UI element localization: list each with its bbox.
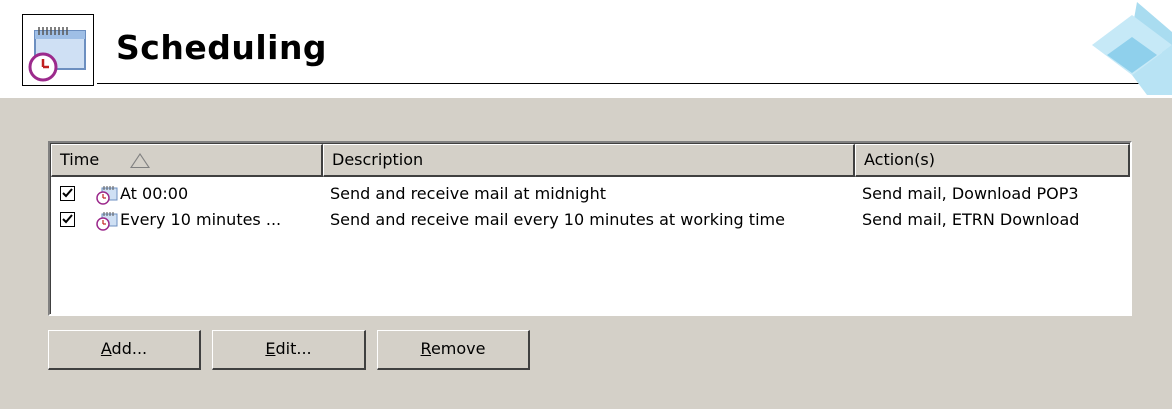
time-cell: At 00:00 [120, 184, 189, 203]
remove-button[interactable]: Remove [377, 330, 530, 370]
mnemonic: A [100, 339, 112, 358]
description-cell: Send and receive mail every 10 minutes a… [330, 210, 785, 229]
button-label: dit... [275, 339, 312, 358]
calendar-clock-icon [96, 186, 118, 205]
sort-ascending-icon [130, 153, 150, 168]
edit-button[interactable]: Edit... [212, 330, 366, 370]
page-title: Scheduling [116, 28, 328, 67]
column-header-label: Action(s) [864, 150, 935, 169]
table-row[interactable]: Every 10 minutes ... Send and receive ma… [52, 207, 1130, 233]
mnemonic: R [420, 339, 431, 358]
enabled-checkbox[interactable] [60, 186, 75, 201]
column-header-time[interactable]: Time [51, 144, 323, 177]
calendar-clock-icon [96, 212, 118, 231]
diamond-decoration-icon [1092, 2, 1172, 95]
column-header-actions[interactable]: Action(s) [855, 144, 1130, 177]
actions-cell: Send mail, Download POP3 [862, 184, 1079, 203]
mnemonic: E [265, 339, 276, 358]
calendar-clock-icon [28, 27, 86, 82]
schedule-list[interactable]: Time Description Action(s) At 00:00 Send… [48, 141, 1132, 316]
column-header-label: Time [60, 150, 100, 169]
add-button[interactable]: Add... [48, 330, 201, 370]
checkmark-icon [62, 214, 73, 224]
column-header-description[interactable]: Description [323, 144, 855, 177]
checkmark-icon [62, 188, 73, 198]
column-header-label: Description [332, 150, 424, 169]
header-divider [97, 83, 1145, 84]
time-cell: Every 10 minutes ... [120, 210, 282, 229]
header-banner: Scheduling [0, 0, 1172, 98]
button-label: dd... [111, 339, 148, 358]
table-row[interactable]: At 00:00 Send and receive mail at midnig… [52, 181, 1130, 207]
enabled-checkbox[interactable] [60, 212, 75, 227]
scheduling-logo [22, 14, 94, 86]
actions-cell: Send mail, ETRN Download [862, 210, 1080, 229]
description-cell: Send and receive mail at midnight [330, 184, 606, 203]
button-label: emove [430, 339, 486, 358]
